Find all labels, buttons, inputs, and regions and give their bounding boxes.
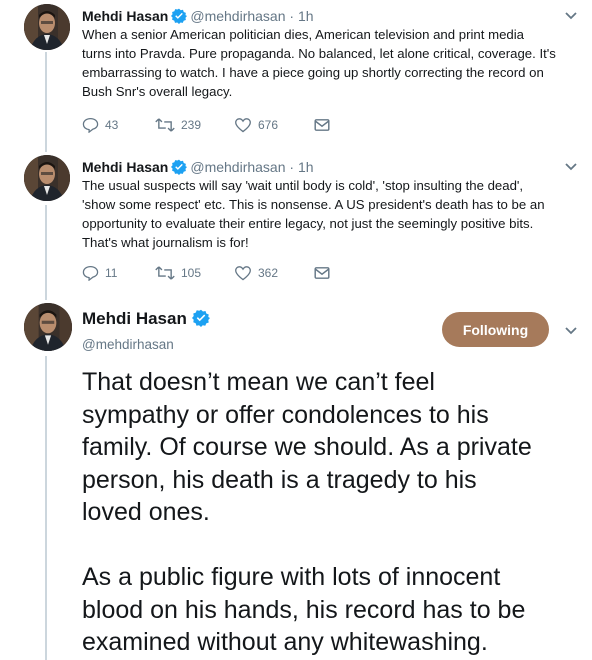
tweet-header: Mehdi Hasan @mehdirhasan (82, 309, 213, 354)
following-button[interactable]: Following (442, 312, 549, 347)
reply-count: 43 (105, 118, 119, 132)
tweet-text-paragraph: That doesn’t mean we can’t feel sympathy… (82, 368, 532, 526)
chevron-down-icon[interactable] (564, 8, 578, 26)
heart-icon (234, 117, 252, 133)
author-name[interactable]: Mehdi Hasan (82, 8, 168, 24)
retweet-button[interactable]: 105 (155, 266, 234, 280)
reply-icon (82, 265, 99, 281)
like-button[interactable]: 362 (234, 265, 314, 281)
tweet-text: The usual suspects will say 'wait until … (82, 178, 545, 250)
chevron-down-icon[interactable] (564, 159, 578, 177)
reply-button[interactable]: 43 (82, 117, 155, 133)
separator: · (289, 159, 295, 175)
timestamp[interactable]: 1h (298, 159, 314, 175)
retweet-icon (155, 266, 175, 280)
envelope-icon (314, 118, 330, 132)
reply-button[interactable]: 11 (82, 265, 155, 281)
author-name[interactable]: Mehdi Hasan (82, 309, 187, 328)
reply-icon (82, 117, 99, 133)
verified-badge-icon (191, 309, 210, 332)
tweet-actions: 43 239 676 (82, 117, 330, 133)
reply-count: 11 (105, 266, 118, 280)
focused-tweet: Mehdi Hasan @mehdirhasan Following That … (0, 303, 592, 660)
avatar[interactable] (24, 303, 72, 351)
retweet-count: 239 (181, 118, 202, 132)
tweet[interactable]: Mehdi Hasan @mehdirhasan · 1h The usual s… (0, 155, 592, 295)
direct-message-button[interactable] (314, 118, 330, 132)
tweet[interactable]: Mehdi Hasan @mehdirhasan · 1h When a seni… (0, 4, 592, 144)
author-handle[interactable]: @mehdirhasan (82, 336, 213, 354)
author-handle[interactable]: @mehdirhasan (190, 8, 285, 24)
chevron-down-icon[interactable] (564, 323, 578, 341)
tweet-text-paragraph: As a public figure with lots of innocent… (82, 563, 526, 656)
heart-icon (234, 265, 252, 281)
direct-message-button[interactable] (314, 266, 330, 280)
avatar[interactable] (24, 155, 70, 201)
tweet-text: When a senior American politician dies, … (82, 27, 556, 99)
like-button[interactable]: 676 (234, 117, 314, 133)
author-name-row: Mehdi Hasan (82, 309, 213, 332)
avatar[interactable] (24, 4, 70, 50)
retweet-count: 105 (181, 266, 202, 280)
like-count: 676 (258, 118, 279, 132)
separator: · (289, 8, 295, 24)
timestamp[interactable]: 1h (298, 8, 314, 24)
tweet-actions: 11 105 362 (82, 265, 330, 281)
retweet-button[interactable]: 239 (155, 118, 234, 132)
author-handle[interactable]: @mehdirhasan (190, 159, 285, 175)
like-count: 362 (258, 266, 279, 280)
author-name[interactable]: Mehdi Hasan (82, 159, 168, 175)
retweet-icon (155, 118, 175, 132)
envelope-icon (314, 266, 330, 280)
